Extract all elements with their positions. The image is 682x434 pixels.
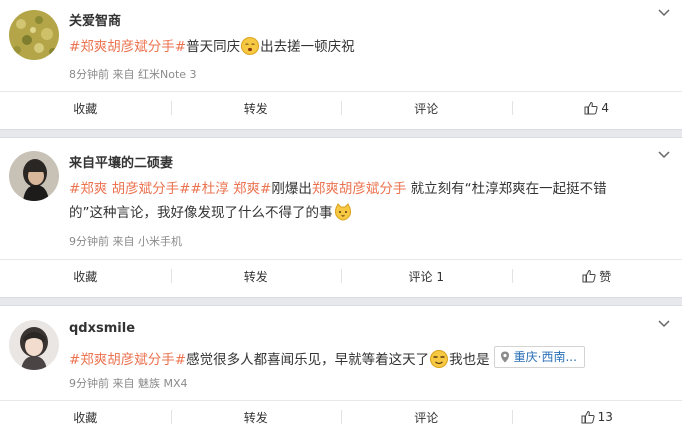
like-count: 13 <box>597 410 613 424</box>
username[interactable]: 关爱智商 <box>69 10 121 29</box>
location-pin-icon <box>500 351 509 363</box>
username[interactable]: qdxsmile <box>69 321 135 336</box>
comment-label: 评论 1 <box>408 269 444 284</box>
hashtag[interactable]: #郑爽胡彦斌分手# <box>69 39 186 55</box>
comment-label: 评论 <box>414 410 439 425</box>
device-name: 魅族 MX4 <box>138 377 188 390</box>
post-meta: 9分钟前 来自 魅族 MX4 <box>69 375 188 391</box>
like-button[interactable]: 4 <box>511 92 682 124</box>
like-button[interactable]: 赞 <box>511 260 682 292</box>
post-text: 普天同庆 <box>186 39 241 55</box>
like-button[interactable]: 13 <box>511 401 682 433</box>
chevron-down-icon[interactable] <box>657 8 671 18</box>
avatar[interactable] <box>9 10 59 60</box>
location-tag[interactable]: 重庆·西南... <box>493 346 585 368</box>
separator <box>0 297 682 306</box>
chevron-down-icon[interactable] <box>657 319 671 329</box>
favorite-button[interactable]: 收藏 <box>0 260 171 292</box>
favorite-label: 收藏 <box>73 101 98 116</box>
repost-button[interactable]: 转发 <box>170 92 342 124</box>
favorite-button[interactable]: 收藏 <box>0 92 171 124</box>
action-bar: 收藏 转发 评论 13 <box>0 400 682 433</box>
avatar[interactable] <box>9 320 59 370</box>
emoji-icon <box>334 203 351 221</box>
hashtag[interactable]: #郑爽胡彦斌分手# <box>69 352 186 368</box>
like-count: 4 <box>601 101 610 115</box>
timestamp[interactable]: 9分钟前 <box>69 377 109 390</box>
post-meta: 8分钟前 来自 红米Note 3 <box>69 66 197 82</box>
repost-label: 转发 <box>243 410 268 425</box>
separator <box>0 129 682 138</box>
thumbs-up-icon <box>581 410 595 424</box>
location-label: 重庆·西南... <box>513 350 577 364</box>
emoji-icon <box>241 37 260 55</box>
like-label: 赞 <box>599 269 612 284</box>
post-content: #郑爽胡彦斌分手#普天同庆 出去搓一顿庆祝 <box>69 35 642 59</box>
comment-button[interactable]: 评论 1 <box>341 260 512 292</box>
comment-button[interactable]: 评论 <box>341 92 512 124</box>
repost-label: 转发 <box>243 101 268 116</box>
username[interactable]: 来自平壤的二硕妻 <box>69 152 173 171</box>
post-2: 来自平壤的二硕妻 #郑爽 胡彦斌分手##杜淳 郑爽#刚爆出郑爽胡彦斌分手 就立刻… <box>0 138 682 297</box>
post-text: 刚爆出 <box>271 181 312 197</box>
action-bar: 收藏 转发 评论 1 赞 <box>0 259 682 292</box>
thumbs-up-icon <box>584 101 598 115</box>
hashtag[interactable]: 郑爽胡彦斌分手 <box>312 181 407 197</box>
post-content: #郑爽 胡彦斌分手##杜淳 郑爽#刚爆出郑爽胡彦斌分手 就立刻有“杜淳郑爽在一起… <box>69 177 622 225</box>
post-3: qdxsmile #郑爽胡彦斌分手#感觉很多人都喜闻乐见，早就等着这天了 我也是 重… <box>0 306 682 434</box>
post-text: 出去搓一顿庆祝 <box>260 39 355 55</box>
post-1: 关爱智商 #郑爽胡彦斌分手#普天同庆 出去搓一顿庆祝 8分钟前 来自 红米Note… <box>0 0 682 129</box>
action-bar: 收藏 转发 评论 4 <box>0 91 682 124</box>
favorite-button[interactable]: 收藏 <box>0 401 171 433</box>
source-label: 来自 <box>112 235 135 248</box>
timestamp[interactable]: 9分钟前 <box>69 235 109 248</box>
comment-label: 评论 <box>414 101 439 116</box>
comment-button[interactable]: 评论 <box>341 401 512 433</box>
source-label: 来自 <box>112 377 135 390</box>
post-text: 感觉很多人都喜闻乐见，早就等着这天了 <box>186 352 430 368</box>
emoji-icon <box>430 350 449 368</box>
favorite-label: 收藏 <box>73 269 98 284</box>
repost-label: 转发 <box>243 269 268 284</box>
avatar[interactable] <box>9 151 59 201</box>
timestamp[interactable]: 8分钟前 <box>69 68 109 81</box>
repost-button[interactable]: 转发 <box>170 260 342 292</box>
source-label: 来自 <box>112 68 135 81</box>
hashtag[interactable]: #郑爽 胡彦斌分手# <box>69 181 190 197</box>
post-text: 我也是 <box>449 352 490 368</box>
hashtag[interactable]: #杜淳 郑爽# <box>190 181 271 197</box>
thumbs-up-icon <box>582 269 596 283</box>
device-name: 红米Note 3 <box>138 68 197 81</box>
device-name: 小米手机 <box>138 235 182 248</box>
repost-button[interactable]: 转发 <box>170 401 342 433</box>
post-meta: 9分钟前 来自 小米手机 <box>69 233 182 249</box>
favorite-label: 收藏 <box>73 410 98 425</box>
post-content: #郑爽胡彦斌分手#感觉很多人都喜闻乐见，早就等着这天了 我也是 重庆·西南... <box>69 346 642 372</box>
chevron-down-icon[interactable] <box>657 150 671 160</box>
